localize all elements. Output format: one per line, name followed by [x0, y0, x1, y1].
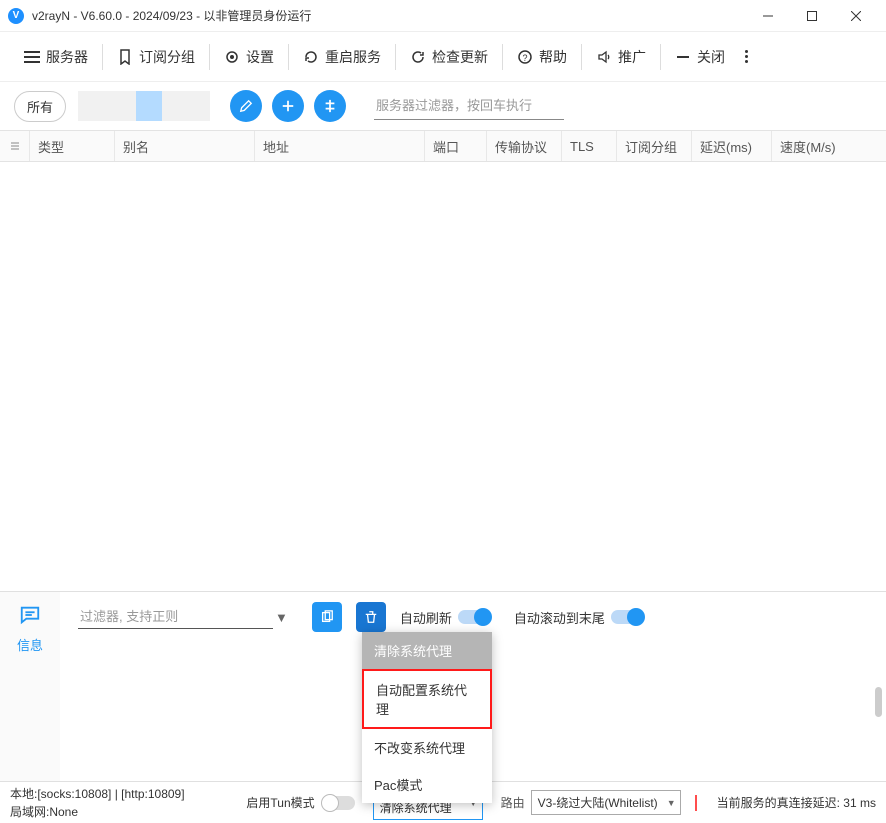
- route-combo-value: V3-绕过大陆(Whitelist): [538, 796, 658, 810]
- settings-menu[interactable]: 设置: [214, 41, 284, 73]
- restart-button[interactable]: 重启服务: [293, 41, 391, 73]
- check-update-button[interactable]: 检查更新: [400, 41, 498, 73]
- col-address[interactable]: 地址: [255, 131, 425, 161]
- separator: [581, 44, 582, 70]
- separator: [660, 44, 661, 70]
- window-title: v2rayN - V6.60.0 - 2024/09/23 - 以非管理员身份运…: [32, 7, 746, 24]
- promote-label: 推广: [618, 47, 646, 67]
- help-label: 帮助: [539, 47, 567, 67]
- log-filter-input[interactable]: [78, 605, 273, 629]
- server-table-body[interactable]: [0, 162, 886, 591]
- maximize-button[interactable]: [790, 1, 834, 31]
- proxy-clear-item[interactable]: 清除系统代理: [362, 632, 492, 669]
- help-menu[interactable]: ? 帮助: [507, 41, 577, 73]
- help-icon: ?: [517, 49, 533, 65]
- info-tab-label: 信息: [17, 635, 43, 654]
- auto-refresh-label: 自动刷新: [400, 608, 452, 627]
- overflow-menu-button[interactable]: [735, 44, 758, 69]
- scrollbar[interactable]: [875, 687, 882, 717]
- col-port[interactable]: 端口: [425, 131, 487, 161]
- plus-icon: [281, 99, 295, 113]
- sub-selector[interactable]: [78, 91, 210, 121]
- status-lan: 局域网:None: [10, 803, 185, 820]
- promote-menu[interactable]: 推广: [586, 41, 656, 73]
- table-header: 类型 别名 地址 端口 传输协议 TLS 订阅分组 延迟(ms) 速度(M/s): [0, 130, 886, 162]
- all-filter-button[interactable]: 所有: [14, 91, 66, 122]
- status-local: 本地:[socks:10808] | [http:10809]: [10, 785, 185, 802]
- add-button[interactable]: [272, 90, 304, 122]
- col-transport[interactable]: 传输协议: [487, 131, 562, 161]
- proxy-auto-item[interactable]: 自动配置系统代理: [362, 669, 492, 729]
- close-menu[interactable]: 关闭: [665, 41, 735, 73]
- caret-down-icon[interactable]: ▼: [275, 610, 288, 625]
- gear-icon: [224, 49, 240, 65]
- bookmark-icon: [117, 49, 133, 65]
- col-subgroup[interactable]: 订阅分组: [617, 131, 692, 161]
- auto-refresh-toggle[interactable]: [458, 610, 490, 624]
- col-type[interactable]: 类型: [30, 131, 115, 161]
- tun-toggle[interactable]: [323, 796, 355, 810]
- filter-bar: 所有: [0, 82, 886, 130]
- info-tab[interactable]: 信息: [0, 592, 60, 781]
- copy-icon: [320, 610, 334, 624]
- copy-button[interactable]: [312, 602, 342, 632]
- pencil-icon: [239, 99, 253, 113]
- servers-label: 服务器: [46, 47, 88, 67]
- col-speed[interactable]: 速度(M/s): [772, 131, 886, 161]
- auto-scroll-label: 自动滚动到末尾: [514, 608, 605, 627]
- check-update-label: 检查更新: [432, 47, 488, 67]
- tun-label: 启用Tun模式: [246, 794, 314, 811]
- share-button[interactable]: [314, 90, 346, 122]
- separator: [102, 44, 103, 70]
- minimize-button[interactable]: [746, 1, 790, 31]
- servers-menu[interactable]: 服务器: [14, 41, 98, 73]
- speaker-icon: [596, 49, 612, 65]
- trash-icon: [364, 610, 378, 624]
- settings-label: 设置: [246, 47, 274, 67]
- list-icon: [24, 49, 40, 65]
- separator: [288, 44, 289, 70]
- proxy-pac-item[interactable]: Pac模式: [362, 766, 492, 803]
- auto-scroll-toggle[interactable]: [611, 610, 643, 624]
- col-alias[interactable]: 别名: [115, 131, 255, 161]
- svg-text:?: ?: [522, 53, 527, 63]
- route-combo[interactable]: V3-绕过大陆(Whitelist) ▼: [531, 790, 681, 815]
- route-label: 路由: [501, 794, 525, 811]
- refresh-icon: [410, 49, 426, 65]
- subscription-menu[interactable]: 订阅分组: [107, 41, 205, 73]
- reload-icon: [303, 49, 319, 65]
- restart-label: 重启服务: [325, 47, 381, 67]
- delete-button[interactable]: [356, 602, 386, 632]
- app-logo-icon: V: [8, 8, 24, 24]
- chevron-down-icon: ▼: [667, 798, 676, 808]
- titlebar: V v2rayN - V6.60.0 - 2024/09/23 - 以非管理员身…: [0, 0, 886, 32]
- col-tls[interactable]: TLS: [562, 131, 617, 161]
- close-label: 关闭: [697, 47, 725, 67]
- proxy-nochange-item[interactable]: 不改变系统代理: [362, 729, 492, 766]
- server-filter-input[interactable]: [374, 92, 564, 120]
- separator: [209, 44, 210, 70]
- main-toolbar: 服务器 订阅分组 设置 重启服务 检查更新 ? 帮助 推广 关闭: [0, 32, 886, 82]
- separator: [502, 44, 503, 70]
- latency-indicator-icon: [695, 795, 697, 811]
- drag-handle-column[interactable]: [0, 131, 30, 161]
- message-icon: [19, 604, 41, 629]
- subscription-label: 订阅分组: [139, 47, 195, 67]
- dash-icon: [675, 49, 691, 65]
- proxy-mode-popup: 清除系统代理 自动配置系统代理 不改变系统代理 Pac模式: [362, 632, 492, 803]
- edit-button[interactable]: [230, 90, 262, 122]
- separator: [395, 44, 396, 70]
- col-latency[interactable]: 延迟(ms): [692, 131, 772, 161]
- status-latency: 当前服务的真连接延迟: 31 ms: [717, 794, 876, 811]
- split-icon: [323, 99, 337, 113]
- close-button[interactable]: [834, 1, 878, 31]
